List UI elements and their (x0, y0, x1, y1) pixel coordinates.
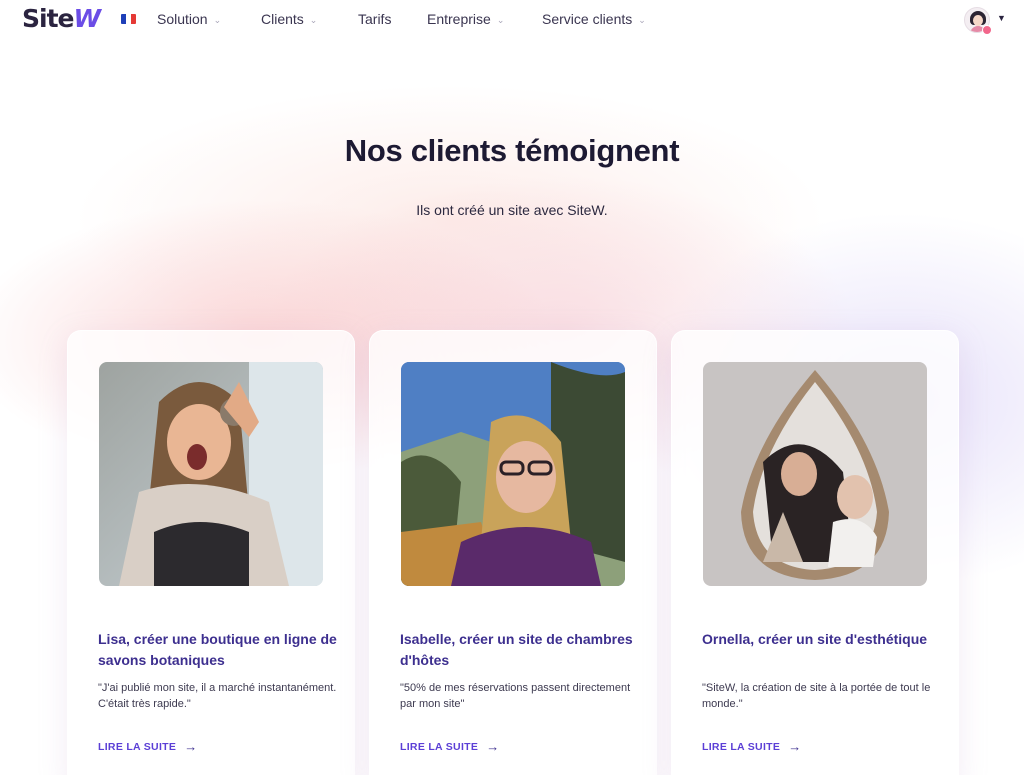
card-quote: "J'ai publié mon site, il a marché insta… (98, 682, 337, 710)
read-more-link[interactable]: LIRE LA SUITE → (702, 739, 802, 754)
nav-entreprise[interactable]: Entreprise ⌄ (427, 11, 504, 27)
arrow-right-icon: → (184, 739, 198, 754)
read-more-label: LIRE LA SUITE (702, 740, 781, 753)
arrow-right-icon: → (788, 739, 802, 754)
testimonial-photo (703, 362, 927, 586)
nav-label: Solution (157, 11, 208, 27)
read-more-link[interactable]: LIRE LA SUITE → (98, 739, 198, 754)
nav-label: Service clients (542, 11, 633, 27)
testimonial-photo (401, 362, 625, 586)
card-title[interactable]: Lisa, créer une boutique en ligne de sav… (98, 629, 338, 671)
chevron-down-icon: ⌄ (213, 14, 222, 25)
testimonial-card[interactable]: Isabelle, créer un site de chambres d'hô… (369, 330, 657, 775)
read-more-label: LIRE LA SUITE (400, 740, 479, 753)
card-title[interactable]: Isabelle, créer un site de chambres d'hô… (400, 629, 640, 671)
testimonial-card[interactable]: Ornella, créer un site d'esthétique "Sit… (671, 330, 959, 775)
nav-label: Tarifs (358, 11, 392, 27)
french-flag-icon[interactable] (121, 14, 136, 24)
card-quote: "SiteW, la création de site à la portée … (702, 682, 931, 710)
page-title: Nos clients témoignent (344, 133, 680, 168)
chevron-down-icon: ⌄ (309, 14, 318, 25)
nav-label: Clients (261, 11, 304, 27)
card-title[interactable]: Ornella, créer un site d'esthétique (702, 629, 942, 650)
nav-clients[interactable]: Clients ⌄ (261, 11, 317, 27)
chevron-down-icon: ⌄ (496, 14, 505, 25)
arrow-right-icon: → (486, 739, 500, 754)
sitew-logo[interactable]: SiteW (22, 4, 101, 33)
caret-down-icon[interactable]: ▼ (997, 13, 1006, 23)
nav-tarifs[interactable]: Tarifs (358, 11, 391, 27)
nav-label: Entreprise (427, 11, 491, 27)
chevron-down-icon: ⌄ (638, 14, 646, 25)
notification-dot (982, 25, 992, 35)
top-navigation: SiteW Solution ⌄ Clients ⌄ Tarifs Entrep… (0, 0, 1024, 40)
read-more-label: LIRE LA SUITE (98, 740, 177, 753)
testimonial-photo (99, 362, 323, 586)
nav-service-clients[interactable]: Service clients ⌄ (542, 11, 646, 27)
card-quote: "50% de mes réservations passent directe… (400, 682, 631, 710)
nav-solution[interactable]: Solution ⌄ (157, 11, 221, 27)
page-subtitle: Ils ont créé un site avec SiteW. (416, 202, 608, 218)
testimonial-card[interactable]: Lisa, créer une boutique en ligne de sav… (67, 330, 355, 775)
read-more-link[interactable]: LIRE LA SUITE → (400, 739, 500, 754)
